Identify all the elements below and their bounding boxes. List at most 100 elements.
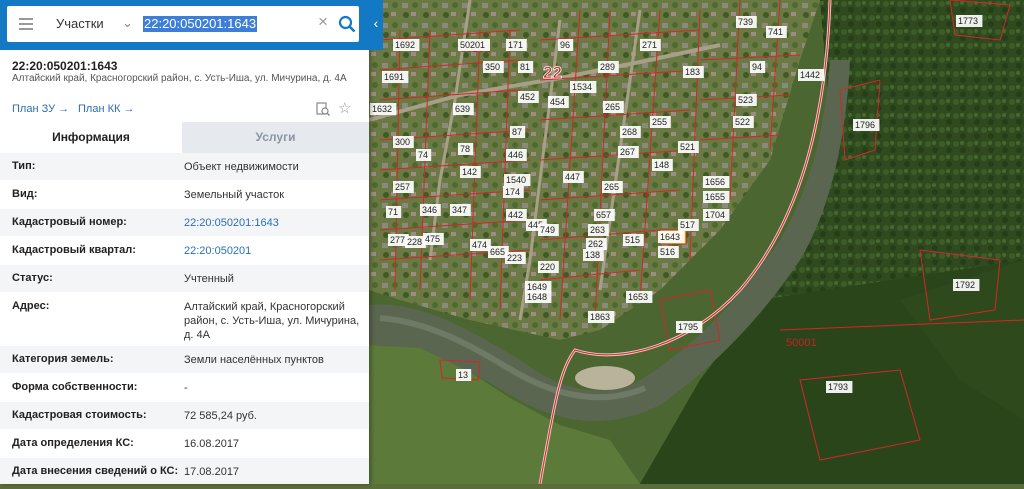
parcel-label: 1792: [955, 280, 975, 290]
row-label: Кадастровый номер:: [12, 216, 127, 228]
parcel-label: 749: [540, 225, 555, 235]
table-row: Кадастровый номер: 22:20:050201:1643: [0, 209, 369, 237]
tab-information[interactable]: Информация: [0, 122, 182, 153]
parcel-label: 446: [508, 150, 523, 160]
row-value: -: [184, 382, 188, 394]
row-value: Объект недвижимости: [184, 161, 299, 173]
parcel-label: 442: [508, 210, 523, 220]
table-row: Тип: Объект недвижимости: [0, 153, 369, 181]
parcel-label: 517: [680, 220, 695, 230]
parcel-label: 148: [654, 160, 669, 170]
object-title: 22:20:050201:1643: [12, 59, 118, 73]
cadastral-number-link[interactable]: 22:20:050201:1643: [184, 216, 362, 230]
parcel-label: 1534: [572, 82, 592, 92]
parcel-label: 1442: [800, 70, 820, 80]
parcel-label: 255: [652, 117, 667, 127]
search-category-select[interactable]: Участки: [56, 16, 104, 31]
parcel-label: 475: [425, 234, 440, 244]
parcel-label: 474: [472, 240, 487, 250]
collapse-panel-button[interactable]: ‹: [369, 0, 383, 50]
parcel-label: 228: [407, 237, 422, 247]
parcel-label: 1796: [855, 120, 875, 130]
parcel-label: 1648: [527, 292, 547, 302]
plan-zu-link[interactable]: План ЗУ →: [12, 103, 69, 115]
parcel-label: 1649: [527, 282, 547, 292]
plan-kk-link[interactable]: План КК →: [78, 103, 134, 115]
row-label: Вид:: [12, 188, 38, 200]
parcel-label: 522: [735, 117, 750, 127]
parcel-label: 263: [590, 225, 605, 235]
table-row: Категория земель: Земли населённых пункто…: [0, 346, 369, 374]
parcel-label: 50201: [460, 40, 485, 50]
parcel-label: 257: [395, 182, 410, 192]
parcel-label: 289: [600, 62, 615, 72]
row-value: Земельный участок: [184, 189, 285, 201]
print-preview-icon[interactable]: [316, 102, 330, 116]
parcel-label: 521: [680, 142, 695, 152]
parcel-label: 265: [604, 182, 619, 192]
parcel-label: 1691: [384, 72, 404, 82]
attribute-table: Тип: Объект недвижимости Вид: Земельный уч…: [0, 153, 369, 484]
table-row: Форма собственности: -: [0, 374, 369, 402]
chevron-down-icon[interactable]: ⌄: [122, 15, 133, 31]
table-row: Адрес: Алтайский край, Красногорский райо…: [0, 293, 369, 346]
row-label: Дата внесения сведений о КС:: [12, 465, 179, 477]
clear-icon[interactable]: ×: [318, 12, 328, 32]
object-address: Алтайский край, Красногорский район, с. …: [12, 73, 347, 84]
row-label: Статус:: [12, 272, 53, 284]
search-icon[interactable]: [338, 15, 356, 33]
search-box[interactable]: Участки ⌄ 22:20:050201:1643 ×: [7, 6, 359, 42]
parcel-label: 657: [596, 210, 611, 220]
parcel-label: 1863: [590, 312, 610, 322]
row-label: Адрес:: [12, 300, 50, 312]
parcel-label: 71: [388, 207, 398, 217]
parcel-label: 1704: [705, 210, 725, 220]
parcel-label: 78: [460, 144, 470, 154]
parcel-label: 174: [505, 187, 520, 197]
parcel-label: 1795: [678, 322, 698, 332]
parcel-label: 138: [585, 250, 600, 260]
star-icon[interactable]: ☆: [338, 99, 351, 117]
parcel-label: 1655: [705, 192, 725, 202]
parcel-label: 447: [565, 172, 580, 182]
parcel-label: 665: [490, 247, 505, 257]
parcel-label: 1793: [828, 382, 848, 392]
tab-services[interactable]: Услуги: [182, 122, 369, 153]
parcel-label: 171: [508, 40, 523, 50]
search-bar: Участки ⌄ 22:20:050201:1643 ×: [0, 0, 369, 50]
table-row: Вид: Земельный участок: [0, 181, 369, 209]
parcel-label: 1692: [395, 40, 415, 50]
parcel-label: 223: [507, 253, 522, 263]
row-value: Учтенный: [184, 273, 234, 285]
search-input[interactable]: 22:20:050201:1643: [143, 16, 258, 32]
parcel-label: 87: [512, 127, 522, 137]
row-value: 72 585,24 руб.: [184, 410, 257, 422]
row-value: 17.08.2017: [184, 466, 240, 478]
cadastral-quarter-link[interactable]: 22:20:050201: [184, 244, 362, 258]
parcel-label: 741: [768, 27, 783, 37]
parcel-label: 94: [752, 62, 762, 72]
parcel-label: 515: [625, 235, 640, 245]
table-row: Кадастровая стоимость: 72 585,24 руб.: [0, 402, 369, 430]
parcel-label: 1656: [705, 177, 725, 187]
parcel-label: 1773: [958, 16, 978, 26]
parcel-label: 265: [605, 102, 620, 112]
table-row: Статус: Учтенный: [0, 265, 369, 293]
parcel-label: 81: [520, 62, 530, 72]
parcel-label: 1643: [660, 232, 680, 242]
parcel-label: 1540: [506, 175, 526, 185]
row-label: Категория земель:: [12, 353, 114, 365]
parcel-label: 350: [485, 62, 500, 72]
table-row: Дата внесения сведений о КС: 17.08.2017: [0, 458, 369, 484]
menu-icon[interactable]: [19, 17, 33, 31]
parcel-label: 96: [560, 40, 570, 50]
parcel-label: 220: [540, 262, 555, 272]
parcel-label: 523: [738, 95, 753, 105]
info-panel: Участки ⌄ 22:20:050201:1643 × 22:20:0502…: [0, 0, 369, 484]
row-label: Тип:: [12, 160, 36, 172]
parcel-label: 452: [520, 92, 535, 102]
parcel-label: 454: [550, 97, 565, 107]
parcel-label: 262: [588, 239, 603, 249]
parcel-label: 739: [738, 17, 753, 27]
parcel-label: 271: [642, 40, 657, 50]
